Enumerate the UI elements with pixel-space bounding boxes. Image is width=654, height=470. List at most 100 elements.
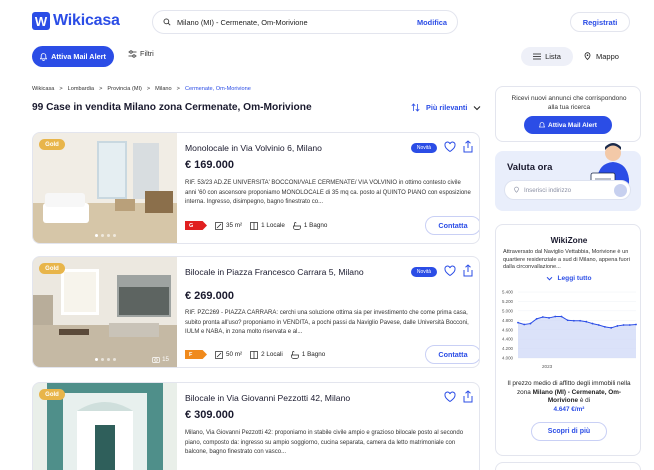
rooms-value: 2 Locali	[261, 351, 283, 358]
y-tick-label: 5.400	[502, 290, 514, 295]
chart-point	[610, 326, 613, 329]
chart-point	[554, 315, 557, 318]
photo-dots[interactable]	[95, 234, 116, 237]
summary-price: 4.647 €/m²	[553, 405, 585, 413]
chart-point	[541, 316, 544, 318]
filters-label: Filtri	[140, 49, 154, 58]
read-more-link[interactable]: Leggi tutto	[496, 275, 642, 282]
listing-photo[interactable]: Gold	[33, 133, 177, 243]
breadcrumb-item[interactable]: Wikicasa	[32, 86, 54, 92]
y-tick-label: 4.600	[502, 327, 514, 332]
rooms-icon	[250, 350, 258, 359]
wikizone-description: Attraversato dal Naviglio Vettabbia, Mor…	[503, 249, 630, 271]
valuation-box: Valuta ora Inserisci indirizzo	[495, 143, 641, 211]
listing-title[interactable]: Bilocale in Via Giovanni Pezzotti 42, Mi…	[185, 393, 397, 404]
wikizone-summary: Il prezzo medio di affitto degli immobil…	[504, 380, 634, 414]
mail-alert-button[interactable]: Attiva Mail Alert	[32, 46, 114, 67]
listing-price: € 169.000	[185, 159, 234, 171]
listing-card[interactable]: Gold Monolocale in Via Volvinio 6, Milan…	[32, 132, 480, 244]
y-tick-label: 4.200	[502, 346, 514, 351]
chart-point	[579, 319, 582, 322]
listing-title[interactable]: Monolocale in Via Volvinio 6, Milano	[185, 143, 397, 154]
chart-point	[585, 320, 588, 323]
chart-point	[560, 315, 563, 318]
list-view-label: Lista	[545, 52, 561, 61]
photo-dots[interactable]	[95, 358, 116, 361]
register-button[interactable]: Registrati	[570, 12, 630, 32]
y-tick-label: 5.200	[502, 299, 514, 304]
search-icon	[163, 18, 171, 26]
breadcrumb-item[interactable]: Provincia (MI)	[107, 86, 142, 92]
chart-point	[635, 323, 637, 326]
area-value: 50 m²	[226, 351, 243, 358]
chevron-down-icon	[473, 105, 481, 110]
chart-point	[591, 322, 594, 325]
logo-mark: W	[32, 12, 50, 30]
contact-button[interactable]: Contatta	[425, 216, 479, 235]
breadcrumb-item[interactable]: Milano	[155, 86, 171, 92]
listing-title[interactable]: Bilocale in Piazza Francesco Carrara 5, …	[185, 267, 397, 278]
rooms-value: 1 Locale	[261, 222, 285, 229]
sidebar-mail-alert-label: Attiva Mail Alert	[548, 121, 597, 129]
breadcrumb-current: Cermenate, Om-Morivione	[184, 86, 251, 92]
y-tick-label: 4.000	[502, 356, 514, 361]
heart-icon[interactable]	[444, 265, 456, 277]
address-placeholder: Inserisci indirizzo	[524, 186, 572, 194]
listing-card[interactable]: Gold 15 Bilocale in Piazza Francesco Car…	[32, 256, 480, 368]
chart-point	[628, 324, 631, 326]
map-view-button[interactable]: Mappo	[583, 47, 619, 66]
heart-icon[interactable]	[444, 141, 456, 153]
summary-connector: è di	[579, 397, 591, 405]
sort-icon	[411, 103, 420, 112]
address-input[interactable]: Inserisci indirizzo	[504, 180, 631, 200]
breadcrumb-separator: >	[176, 86, 180, 92]
area-icon	[215, 221, 223, 230]
bath-icon	[290, 350, 299, 359]
listing-photo[interactable]: Gold 15	[33, 257, 177, 367]
area-value: 35 m²	[226, 222, 243, 229]
listing-description: Milano, Via Giovanni Pezzotti 42: propon…	[185, 430, 464, 455]
sort-dropdown[interactable]: Più rilevanti	[411, 103, 481, 112]
list-icon	[533, 53, 542, 60]
sidebar-next-box	[495, 462, 641, 470]
address-search-button[interactable]	[614, 184, 627, 197]
logo[interactable]: W Wikicasa	[32, 12, 120, 30]
baths-feature: 1 Bagno	[293, 221, 327, 230]
breadcrumb: Wikicasa > Lombardia > Provincia (MI) > …	[32, 86, 251, 92]
x-axis-label: 2023	[542, 364, 553, 369]
y-tick-label: 5.000	[502, 308, 514, 313]
chart-point	[622, 324, 625, 326]
share-icon[interactable]	[462, 140, 474, 153]
list-view-button[interactable]: Lista	[521, 47, 573, 66]
listing-photo[interactable]: Gold	[33, 383, 177, 470]
rooms-icon	[250, 221, 258, 230]
listing-card[interactable]: Gold Bilocale in Via Giovanni Pezzotti 4…	[32, 382, 480, 470]
y-tick-label: 4.400	[502, 337, 514, 342]
chart-point	[597, 324, 600, 326]
energy-class-badge: G	[185, 221, 207, 230]
breadcrumb-separator: >	[146, 86, 151, 92]
search-edit-button[interactable]: Modifica	[417, 18, 447, 27]
sidebar-mail-alert-button[interactable]: Attiva Mail Alert	[524, 116, 612, 134]
contact-button[interactable]: Contatta	[425, 345, 479, 364]
baths-value: 1 Bagno	[301, 351, 326, 358]
map-view-label: Mappo	[596, 52, 619, 61]
share-icon[interactable]	[462, 390, 474, 403]
chevron-down-icon	[547, 276, 553, 281]
heart-icon[interactable]	[444, 391, 456, 403]
area-feature: 35 m²	[215, 221, 243, 230]
filter-icon	[128, 49, 137, 58]
search-bar[interactable]: Milano (MI) - Cermenate, Om-Morivione Mo…	[152, 10, 458, 34]
breadcrumb-item[interactable]: Lombardia	[68, 86, 94, 92]
discover-more-button[interactable]: Scopri di più	[531, 422, 607, 441]
sidebar-mail-alert: Ricevi nuovi annunci che corrispondono a…	[495, 86, 641, 142]
mail-alert-text: Ricevi nuovi annunci che corrispondono a…	[511, 95, 627, 111]
listing-features: F 50 m² 2 Locali 1 Bagno	[185, 350, 325, 359]
chart-point	[517, 321, 519, 324]
filters-button[interactable]: Filtri	[128, 49, 154, 58]
logo-text: Wikicasa	[53, 12, 120, 29]
search-value: Milano (MI) - Cermenate, Om-Morivione	[177, 17, 308, 27]
read-more-label: Leggi tutto	[557, 275, 592, 282]
share-icon[interactable]	[462, 264, 474, 277]
area-feature: 50 m²	[215, 350, 243, 359]
